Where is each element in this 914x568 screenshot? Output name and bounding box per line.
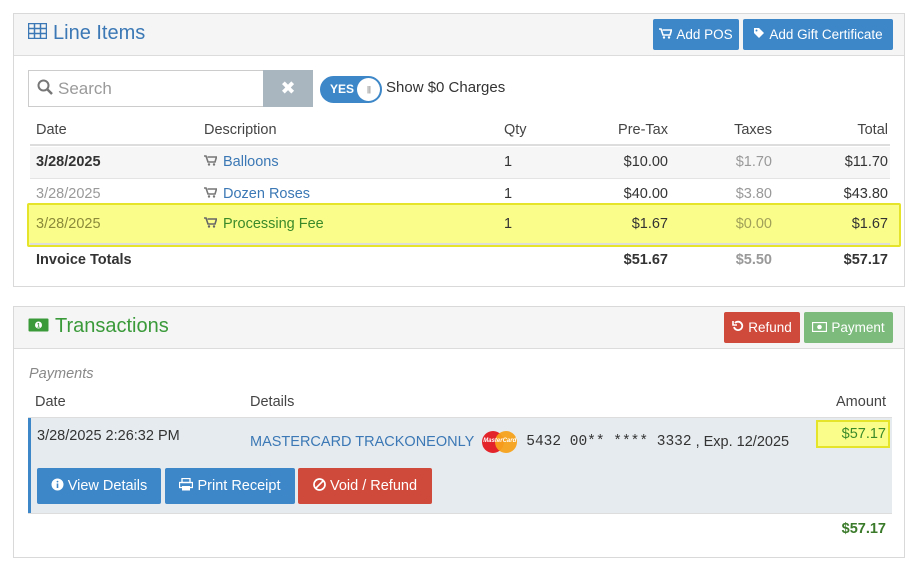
cart-icon	[204, 186, 218, 202]
toggle-knob-icon: |||	[357, 78, 380, 101]
search-icon	[37, 79, 53, 98]
void-refund-label: Void / Refund	[329, 478, 418, 494]
row-total: $43.80	[843, 186, 888, 202]
close-icon: ✖	[280, 78, 296, 98]
search-box	[28, 70, 264, 107]
payment-label: Payment	[831, 320, 885, 335]
col-details: Details	[250, 394, 295, 410]
row-qty: 1	[504, 216, 513, 232]
cart-icon	[204, 216, 218, 232]
row-description: Balloons	[204, 154, 279, 170]
table-row: 3/28/2025 Processing Fee 1 $1.67 $0.00 $…	[30, 209, 890, 240]
payment-button[interactable]: Payment	[804, 312, 893, 343]
col-taxes: Taxes	[734, 122, 772, 138]
row-total: $11.70	[844, 154, 888, 170]
row-date: 3/28/2025	[36, 186, 101, 202]
print-receipt-label: Print Receipt	[197, 478, 281, 494]
payment-details: MASTERCARD TRACKONEONLY MasterCard 5432 …	[250, 431, 789, 453]
view-details-label: View Details	[67, 478, 148, 494]
print-receipt-button[interactable]: Print Receipt	[165, 468, 295, 504]
col-qty: Qty	[504, 122, 527, 138]
invoice-totals-row: Invoice Totals $51.67 $5.50 $57.17	[30, 243, 890, 274]
payments-caption: Payments	[29, 366, 94, 382]
line-items-title-text: Line Items	[53, 22, 146, 44]
row-taxes: $1.70	[735, 154, 772, 170]
refund-button[interactable]: Refund	[724, 312, 800, 343]
col-total: Total	[857, 122, 888, 138]
item-link[interactable]: Balloons	[223, 154, 279, 170]
show-zero-charges-toggle[interactable]: YES |||	[320, 76, 382, 103]
refund-label: Refund	[748, 320, 792, 335]
row-description: Processing Fee	[204, 216, 324, 232]
money-icon	[812, 320, 828, 335]
row-pretax: $10.00	[623, 154, 668, 170]
ban-icon	[313, 477, 326, 495]
toggle-description: Show $0 Charges	[386, 79, 506, 96]
print-icon	[179, 477, 194, 495]
payment-amount: $57.17	[841, 426, 886, 442]
row-qty: 1	[504, 154, 513, 170]
table-row: 3/28/2025 Balloons 1 $10.00 $1.70 $11.70	[30, 147, 890, 178]
money-icon: 1	[28, 315, 49, 338]
payment-datetime: 3/28/2025 2:26:32 PM	[37, 428, 180, 444]
transactions-total: $57.17	[841, 521, 886, 537]
totals-taxes: $5.50	[735, 252, 772, 268]
search-input[interactable]	[58, 78, 248, 99]
toggle-state-label: YES	[330, 82, 355, 96]
add-gift-certificate-button[interactable]: Add Gift Certificate	[743, 19, 893, 50]
item-link[interactable]: Processing Fee	[223, 216, 324, 232]
totals-label: Invoice Totals	[36, 252, 132, 268]
row-description: Dozen Roses	[204, 186, 310, 202]
add-pos-button[interactable]: Add POS	[653, 19, 739, 50]
add-pos-label: Add POS	[676, 27, 733, 42]
totals-total: $57.17	[843, 252, 888, 268]
transactions-table-header: Date Details Amount	[28, 392, 892, 419]
row-pretax: $40.00	[623, 186, 668, 202]
row-taxes: $0.00	[735, 216, 772, 232]
col-pretax: Pre-Tax	[618, 122, 668, 138]
card-expiry: , Exp. 12/2025	[695, 434, 790, 450]
row-qty: 1	[504, 186, 513, 202]
transactions-header: 1 Transactions Refund Payment	[14, 307, 904, 349]
cart-icon	[659, 27, 673, 42]
totals-pretax: $51.67	[623, 252, 668, 268]
col-description: Description	[204, 122, 277, 138]
card-name-link[interactable]: MASTERCARD TRACKONEONLY	[250, 434, 474, 450]
info-icon	[51, 478, 64, 495]
col-date: Date	[35, 394, 66, 410]
mastercard-logo-text: MasterCard	[483, 438, 517, 444]
row-date: 3/28/2025	[36, 154, 101, 170]
undo-icon	[732, 320, 744, 335]
line-items-panel: Line Items Add POS Add Gift Certificate …	[13, 13, 905, 287]
transactions-title-text: Transactions	[55, 315, 169, 337]
cart-icon	[204, 154, 218, 170]
transactions-panel: 1 Transactions Refund Payment Payments D…	[13, 306, 905, 558]
line-items-table-header: Date Description Qty Pre-Tax Taxes Total	[30, 115, 890, 146]
clear-search-button[interactable]: ✖	[263, 70, 313, 107]
mastercard-icon: MasterCard	[482, 431, 518, 453]
view-details-button[interactable]: View Details	[37, 468, 161, 504]
add-gift-label: Add Gift Certificate	[769, 27, 883, 42]
col-amount: Amount	[836, 394, 886, 410]
void-refund-button[interactable]: Void / Refund	[298, 468, 432, 504]
row-total: $1.67	[851, 216, 888, 232]
line-items-header: Line Items Add POS Add Gift Certificate	[14, 14, 904, 56]
row-taxes: $3.80	[735, 186, 772, 202]
item-link[interactable]: Dozen Roses	[223, 186, 310, 202]
line-items-title: Line Items	[27, 22, 146, 45]
table-icon	[27, 22, 48, 45]
row-pretax: $1.67	[631, 216, 668, 232]
payment-row: 3/28/2025 2:26:32 PM MASTERCARD TRACKONE…	[28, 418, 892, 513]
row-date: 3/28/2025	[36, 216, 101, 232]
divider	[28, 513, 892, 514]
col-date: Date	[36, 122, 67, 138]
tag-icon	[753, 27, 765, 42]
transactions-title: 1 Transactions	[28, 315, 169, 338]
card-number: 5432 00** **** 3332	[526, 434, 692, 450]
